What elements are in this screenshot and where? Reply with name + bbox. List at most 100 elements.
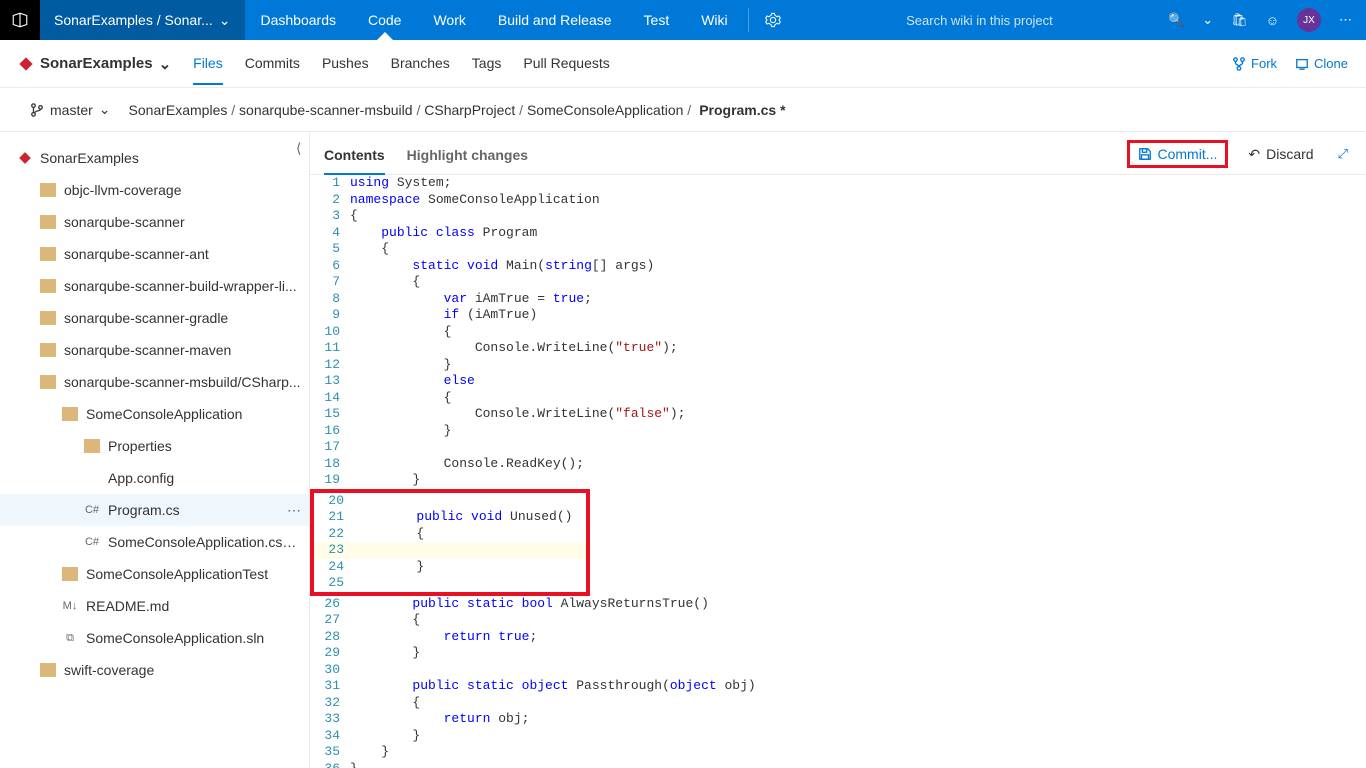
code-line[interactable]: 9 if (iAmTrue)	[310, 307, 1366, 324]
code-line[interactable]: 27 {	[310, 612, 1366, 629]
code-line[interactable]: 7 {	[310, 274, 1366, 291]
tree-folder[interactable]: SomeConsoleApplicationTest	[0, 558, 309, 590]
code-line[interactable]: 6 static void Main(string[] args)	[310, 258, 1366, 275]
tree-folder[interactable]: sonarqube-scanner-gradle	[0, 302, 309, 334]
top-tab-wiki[interactable]: Wiki	[685, 0, 743, 40]
project-breadcrumb[interactable]: SonarExamples / Sonar... ⌄	[40, 0, 245, 40]
tree-folder[interactable]: sonarqube-scanner-build-wrapper-li...	[0, 270, 309, 302]
code-line[interactable]: 19 }	[310, 472, 1366, 489]
repo-selector[interactable]: SonarExamples ⌄	[18, 55, 171, 73]
search-input[interactable]: Search wiki in this project	[894, 0, 1154, 40]
collapse-icon[interactable]: ⟨	[296, 140, 301, 157]
gear-icon[interactable]	[753, 0, 793, 40]
top-right-icons: 🔍 ⌄ 🛍 ☺ JX ⋯	[1154, 0, 1366, 40]
code-line[interactable]: 10 {	[310, 324, 1366, 341]
code-line[interactable]: 31 public static object Passthrough(obje…	[310, 678, 1366, 695]
tree-file[interactable]: App.config	[0, 462, 309, 494]
tree-file[interactable]: C#Program.cs⋯	[0, 494, 309, 526]
chevron-down-icon: ⌄	[219, 12, 231, 29]
tree-folder[interactable]: sonarqube-scanner-msbuild/CSharp...	[0, 366, 309, 398]
code-line[interactable]: 21 public void Unused()	[314, 509, 586, 526]
code-line[interactable]: 12 }	[310, 357, 1366, 374]
tree-file[interactable]: ⧉SomeConsoleApplication.sln	[0, 622, 309, 654]
line-number: 1	[310, 175, 350, 192]
line-number: 33	[310, 711, 350, 728]
code-line[interactable]: 33 return obj;	[310, 711, 1366, 728]
code-line[interactable]: 24 }	[314, 559, 586, 576]
tree-root[interactable]: SonarExamples	[0, 142, 309, 174]
breadcrumb-segment[interactable]: SonarExamples	[129, 102, 228, 118]
breadcrumb-segment[interactable]: sonarqube-scanner-msbuild	[239, 102, 413, 118]
code-line[interactable]: 13 else	[310, 373, 1366, 390]
code-line[interactable]: 8 var iAmTrue = true;	[310, 291, 1366, 308]
code-line[interactable]: 22 {	[314, 526, 586, 543]
feedback-icon[interactable]: ☺	[1266, 13, 1279, 28]
tree-folder[interactable]: sonarqube-scanner-maven	[0, 334, 309, 366]
breadcrumb-segment[interactable]: SomeConsoleApplication	[527, 102, 683, 118]
sub-tab-tags[interactable]: Tags	[472, 43, 502, 85]
chevron-down-icon[interactable]: ⌄	[1202, 12, 1213, 28]
code-line[interactable]: 17	[310, 439, 1366, 456]
code-line[interactable]: 11 Console.WriteLine("true");	[310, 340, 1366, 357]
code-line[interactable]: 28 return true;	[310, 629, 1366, 646]
editor-actions: Commit... ↶ Discard ⤢	[1127, 140, 1353, 174]
tree-file[interactable]: C#SomeConsoleApplication.csp...	[0, 526, 309, 558]
code-line[interactable]: 14 {	[310, 390, 1366, 407]
breadcrumb-segment[interactable]: CSharpProject	[424, 102, 515, 118]
editor-tab-contents[interactable]: Contents	[324, 141, 385, 175]
folder-icon	[62, 407, 78, 421]
code-line[interactable]: 26 public static bool AlwaysReturnsTrue(…	[310, 596, 1366, 613]
fork-button[interactable]: Fork	[1232, 56, 1277, 71]
line-number: 32	[310, 695, 350, 712]
code-line[interactable]: 5 {	[310, 241, 1366, 258]
commit-button[interactable]: Commit...	[1127, 140, 1229, 168]
breadcrumb-file: Program.cs *	[699, 102, 785, 118]
code-line[interactable]: 23	[314, 542, 586, 559]
sub-tab-files[interactable]: Files	[193, 43, 223, 85]
tree-folder[interactable]: Properties	[0, 430, 309, 462]
code-line[interactable]: 2namespace SomeConsoleApplication	[310, 192, 1366, 209]
code-editor[interactable]: 1using System;2namespace SomeConsoleAppl…	[310, 175, 1366, 768]
code-line[interactable]: 16 }	[310, 423, 1366, 440]
editor-tab-highlight-changes[interactable]: Highlight changes	[407, 141, 528, 174]
top-tab-test[interactable]: Test	[628, 0, 686, 40]
tree-folder[interactable]: sonarqube-scanner	[0, 206, 309, 238]
vsts-logo[interactable]	[0, 0, 40, 40]
branch-selector[interactable]: master ⌄	[30, 101, 111, 118]
more-icon[interactable]: ⋯	[287, 502, 301, 519]
expand-icon[interactable]: ⤢	[1334, 142, 1352, 166]
sub-tab-pull-requests[interactable]: Pull Requests	[523, 43, 609, 85]
code-line[interactable]: 3{	[310, 208, 1366, 225]
sub-tab-commits[interactable]: Commits	[245, 43, 300, 85]
tree-file[interactable]: M↓README.md	[0, 590, 309, 622]
code-line[interactable]: 20	[314, 493, 586, 510]
more-icon[interactable]: ⋯	[1339, 12, 1352, 28]
shopping-icon[interactable]: 🛍	[1231, 12, 1248, 28]
code-line[interactable]: 36}	[310, 761, 1366, 768]
sub-tab-branches[interactable]: Branches	[391, 43, 450, 85]
code-line[interactable]: 25	[314, 575, 586, 592]
tree-folder[interactable]: sonarqube-scanner-ant	[0, 238, 309, 270]
code-line[interactable]: 34 }	[310, 728, 1366, 745]
clone-button[interactable]: Clone	[1295, 56, 1348, 71]
search-icon[interactable]: 🔍	[1168, 12, 1184, 28]
top-tab-build-and-release[interactable]: Build and Release	[482, 0, 628, 40]
top-tab-dashboards[interactable]: Dashboards	[245, 0, 353, 40]
top-tab-work[interactable]: Work	[417, 0, 481, 40]
code-line[interactable]: 18 Console.ReadKey();	[310, 456, 1366, 473]
code-line[interactable]: 4 public class Program	[310, 225, 1366, 242]
avatar[interactable]: JX	[1297, 8, 1321, 32]
code-line[interactable]: 15 Console.WriteLine("false");	[310, 406, 1366, 423]
code-line[interactable]: 32 {	[310, 695, 1366, 712]
code-line[interactable]: 35 }	[310, 744, 1366, 761]
discard-button[interactable]: ↶ Discard	[1242, 143, 1319, 166]
tree-folder[interactable]: SomeConsoleApplication	[0, 398, 309, 430]
tree-folder[interactable]: objc-llvm-coverage	[0, 174, 309, 206]
top-tab-code[interactable]: Code	[352, 0, 417, 40]
code-line[interactable]: 30	[310, 662, 1366, 679]
code-line[interactable]: 29 }	[310, 645, 1366, 662]
sub-tab-pushes[interactable]: Pushes	[322, 43, 369, 85]
code-line[interactable]: 1using System;	[310, 175, 1366, 192]
line-number: 29	[310, 645, 350, 662]
tree-folder[interactable]: swift-coverage	[0, 654, 309, 686]
